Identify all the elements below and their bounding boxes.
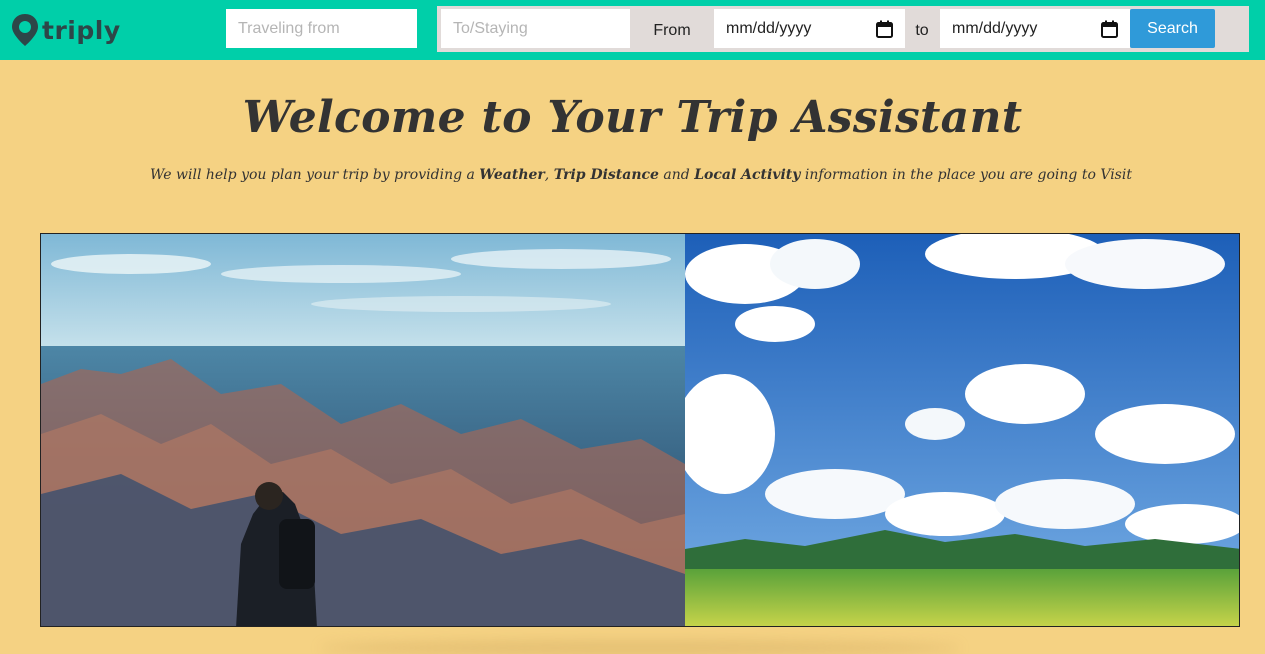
calendar-icon[interactable] [876, 20, 893, 38]
from-label: From [653, 22, 691, 39]
green-meadow-blue-sky-photo [685, 234, 1239, 626]
end-date-input[interactable]: mm/dd/yyyy [940, 9, 1130, 48]
traveling-from-input[interactable] [226, 9, 417, 48]
to-staying-input[interactable] [441, 9, 630, 48]
subtitle-text: We will help you plan your trip by provi… [150, 167, 480, 183]
weather-highlight: Weather [479, 167, 545, 183]
page-title: Welcome to Your Trip Assistant [242, 92, 1023, 143]
subtitle-sep: , [544, 167, 554, 183]
start-date-input[interactable]: mm/dd/yyyy [714, 9, 905, 48]
top-navbar: triply From mm/dd/yyyy to mm/dd/yyyy Sea [0, 0, 1265, 60]
calendar-icon[interactable] [1101, 20, 1118, 38]
trip-distance-highlight: Trip Distance [553, 167, 659, 183]
search-button[interactable]: Search [1130, 9, 1215, 48]
map-pin-icon [12, 14, 38, 46]
page-subtitle: We will help you plan your trip by provi… [0, 167, 1265, 183]
search-form: From mm/dd/yyyy to mm/dd/yyyy Search [437, 6, 1249, 52]
brand-name: triply [42, 15, 121, 45]
canyon-hiker-photo [41, 234, 685, 626]
subtitle-text: information in the place you are going t… [800, 167, 1132, 183]
to-label: to [915, 22, 929, 39]
triply-logo[interactable]: triply [10, 13, 121, 47]
subtitle-sep: and [658, 167, 695, 183]
end-date-value: mm/dd/yyyy [952, 19, 1038, 37]
hero-photos [40, 233, 1240, 627]
start-date-value: mm/dd/yyyy [726, 19, 812, 37]
footer-shadow [320, 640, 960, 654]
local-activity-highlight: Local Activity [694, 167, 801, 183]
